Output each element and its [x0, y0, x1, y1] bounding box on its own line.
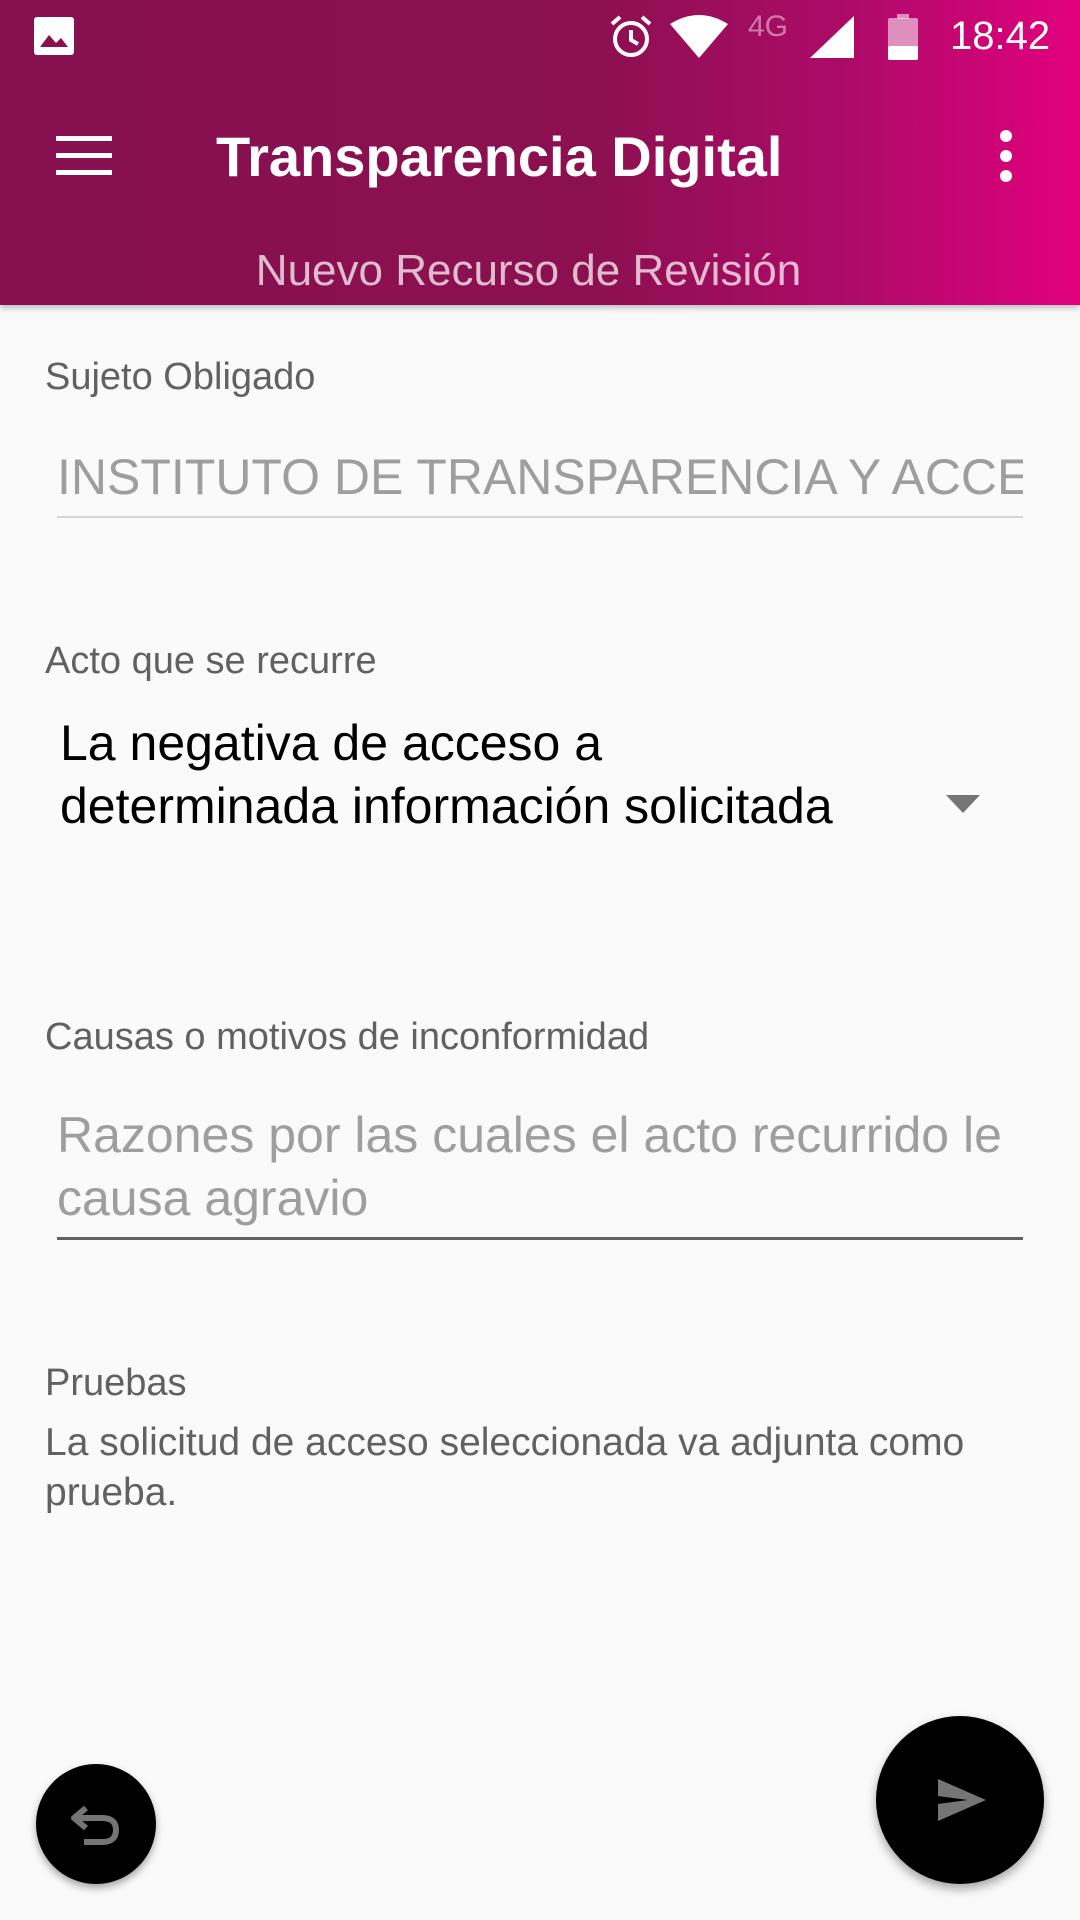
status-clock: 18:42 — [950, 14, 1051, 58]
back-button[interactable] — [36, 1764, 156, 1884]
alarm-icon — [610, 15, 652, 57]
sujeto-obligado-field: INSTITUTO DE TRANSPARENCIA Y ACCE — [57, 449, 1023, 505]
gallery-icon — [34, 17, 74, 55]
send-button[interactable] — [876, 1716, 1044, 1884]
more-options-icon[interactable] — [996, 130, 1016, 182]
undo-icon — [71, 1805, 120, 1845]
acto-selected-value[interactable]: La negativa de acceso a determinada info… — [60, 712, 880, 838]
pruebas-description: La solicitud de acceso seleccionada va a… — [45, 1421, 965, 1514]
menu-icon[interactable] — [56, 136, 112, 176]
causas-underline — [57, 1237, 1023, 1240]
app-title: Transparencia Digital — [216, 125, 783, 188]
network-type-label: 4G — [748, 10, 789, 43]
causas-input[interactable]: Razones por las cuales el acto recurrido… — [57, 1104, 1023, 1230]
acto-label: Acto que se recurre — [45, 640, 377, 682]
sujeto-obligado-label: Sujeto Obligado — [45, 356, 316, 398]
causas-label: Causas o motivos de inconformidad — [45, 1016, 650, 1058]
sujeto-obligado-underline — [57, 516, 1023, 518]
pruebas-label: Pruebas — [45, 1362, 187, 1404]
battery-icon — [888, 14, 918, 60]
send-icon — [938, 1779, 986, 1821]
dropdown-arrow-icon[interactable] — [946, 795, 980, 813]
app-header: 4G 18:42 Transparencia Digital Nuevo Rec… — [0, 0, 1080, 305]
status-bar: 4G 18:42 — [0, 0, 1080, 72]
wifi-icon — [670, 15, 728, 58]
page-subtitle: Nuevo Recurso de Revisión — [255, 246, 802, 295]
signal-icon — [810, 16, 854, 58]
